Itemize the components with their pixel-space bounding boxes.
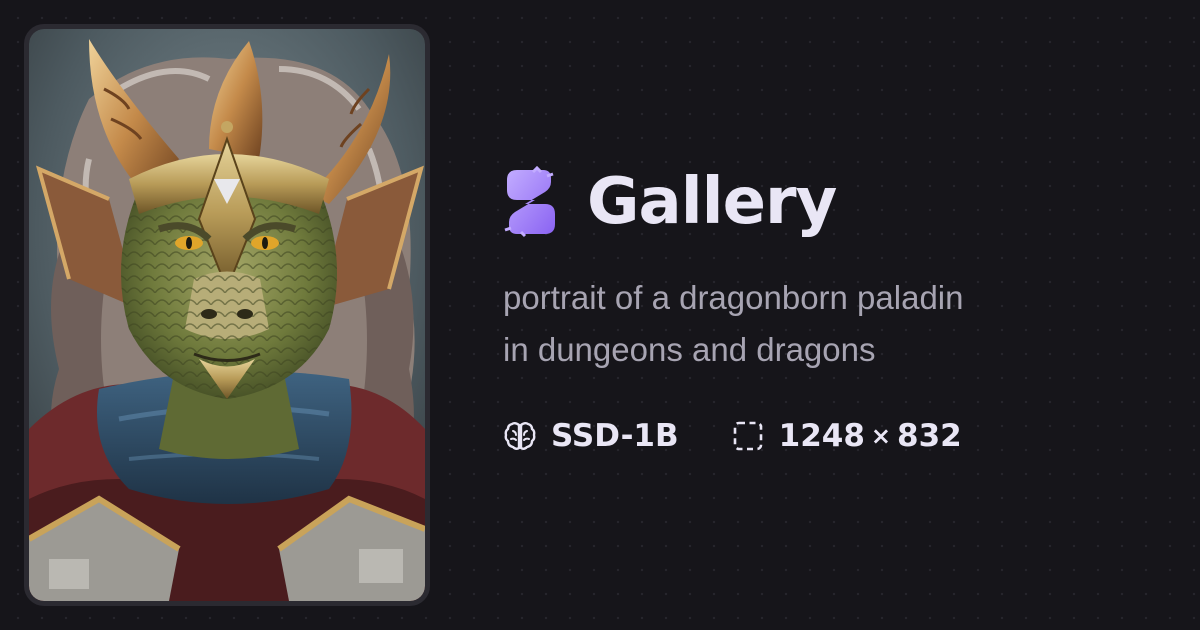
sparkle-s-logo-icon <box>504 166 555 238</box>
image-height: 832 <box>897 418 962 454</box>
model-name: SSD-1B <box>551 418 679 454</box>
times-sign: × <box>870 422 892 450</box>
dimension-info: 1248 × 832 <box>731 418 962 454</box>
image-width: 1248 <box>778 418 865 454</box>
header: Gallery <box>503 160 837 244</box>
prompt-line: in dungeons and dragons <box>503 331 876 368</box>
model-info: SSD-1B <box>503 418 679 454</box>
dragonborn-portrait-image <box>29 29 425 601</box>
brain-icon <box>504 422 536 450</box>
dashed-frame-icon <box>733 421 762 451</box>
image-prompt: portrait of a dragonborn paladin in dung… <box>503 272 1153 376</box>
page-title: Gallery <box>587 165 837 239</box>
generated-image-card[interactable] <box>24 24 430 606</box>
prompt-line: portrait of a dragonborn paladin <box>503 279 964 316</box>
image-meta: SSD-1B 1248 × 832 <box>503 414 1014 458</box>
